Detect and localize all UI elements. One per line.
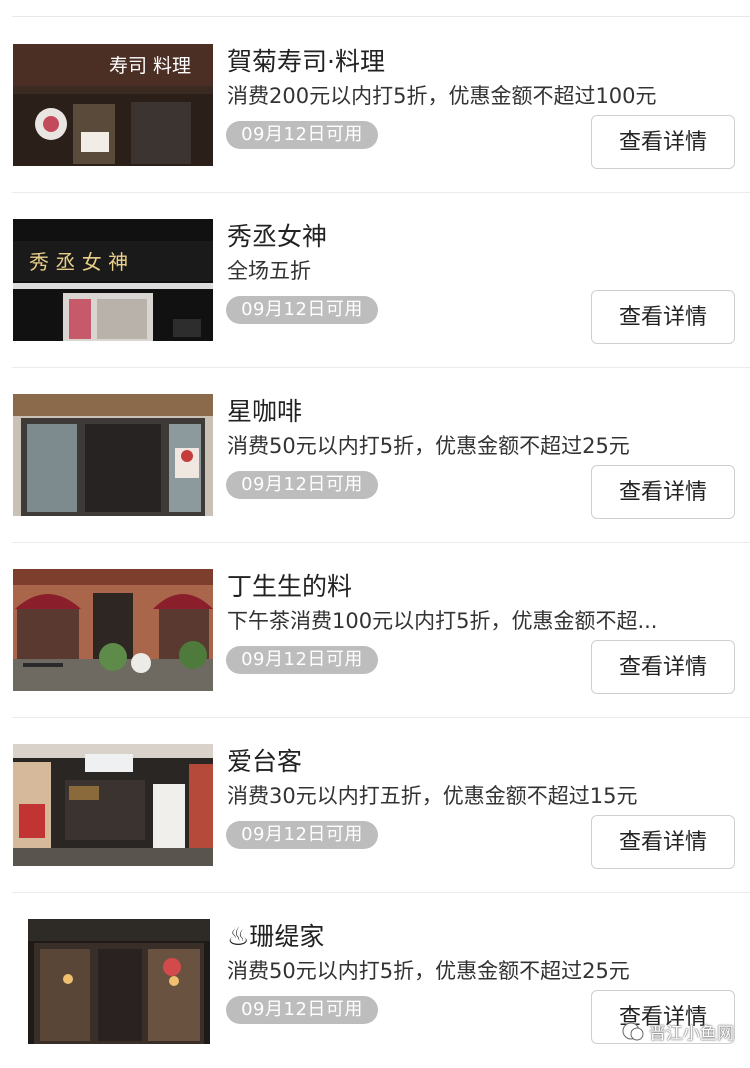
coupon-description: 消费30元以内打五折，优惠金额不超过15元 bbox=[227, 784, 638, 808]
coupon-description: 消费50元以内打5折，优惠金额不超过25元 bbox=[227, 434, 630, 458]
shop-name: 爱台客 bbox=[227, 747, 303, 776]
view-details-button[interactable]: 查看详情 bbox=[591, 290, 735, 344]
shop-photo[interactable] bbox=[28, 919, 210, 1044]
shop-name: 賀菊寿司·料理 bbox=[227, 47, 385, 76]
store-sign: 寿司 料理 bbox=[109, 55, 191, 77]
shop-name: 丁生生的料 bbox=[227, 572, 353, 601]
shop-photo[interactable] bbox=[13, 569, 213, 691]
shop-photo[interactable]: 秀 丞 女 神 bbox=[13, 219, 213, 341]
available-date-badge: 09月12日可用 bbox=[226, 121, 378, 149]
shop-photo[interactable] bbox=[13, 394, 213, 516]
view-details-button[interactable]: 查看详情 bbox=[591, 115, 735, 169]
list-item[interactable]: 寿司 料理 賀菊寿司·料理 消费200元以内打5折，优惠金额不超过100元 09… bbox=[0, 18, 750, 193]
shop-name: 秀丞女神 bbox=[227, 222, 328, 251]
list-item[interactable]: 星咖啡 消费50元以内打5折，优惠金额不超过25元 09月12日可用 查看详情 bbox=[0, 368, 750, 543]
top-divider bbox=[12, 16, 750, 17]
shop-name: ♨珊缇家 bbox=[227, 922, 325, 951]
chat-bubble-icon bbox=[622, 1022, 644, 1040]
available-date-badge: 09月12日可用 bbox=[226, 996, 378, 1024]
view-details-button[interactable]: 查看详情 bbox=[591, 815, 735, 869]
list-item[interactable]: 丁生生的料 下午茶消费100元以内打5折，优惠金额不超... 09月12日可用 … bbox=[0, 543, 750, 718]
available-date-badge: 09月12日可用 bbox=[226, 821, 378, 849]
shop-photo[interactable]: 寿司 料理 bbox=[13, 44, 213, 166]
coupon-description: 消费50元以内打5折，优惠金额不超过25元 bbox=[227, 959, 630, 983]
shop-name: 星咖啡 bbox=[227, 397, 303, 426]
store-sign: 秀 丞 女 神 bbox=[29, 250, 128, 274]
list-item[interactable]: 秀 丞 女 神 秀丞女神 全场五折 09月12日可用 查看详情 bbox=[0, 193, 750, 368]
available-date-badge: 09月12日可用 bbox=[226, 296, 378, 324]
shop-photo[interactable] bbox=[13, 744, 213, 866]
view-details-button[interactable]: 查看详情 bbox=[591, 640, 735, 694]
view-details-button[interactable]: 查看详情 bbox=[591, 465, 735, 519]
list-item[interactable]: 爱台客 消费30元以内打五折，优惠金额不超过15元 09月12日可用 查看详情 bbox=[0, 718, 750, 893]
watermark: 晋江小鱼网 bbox=[622, 1019, 734, 1044]
watermark-text: 晋江小鱼网 bbox=[649, 1024, 734, 1044]
available-date-badge: 09月12日可用 bbox=[226, 646, 378, 674]
coupon-description: 全场五折 bbox=[227, 259, 311, 283]
coupon-description: 下午茶消费100元以内打5折，优惠金额不超... bbox=[227, 609, 658, 633]
coupon-description: 消费200元以内打5折，优惠金额不超过100元 bbox=[227, 84, 657, 108]
available-date-badge: 09月12日可用 bbox=[226, 471, 378, 499]
